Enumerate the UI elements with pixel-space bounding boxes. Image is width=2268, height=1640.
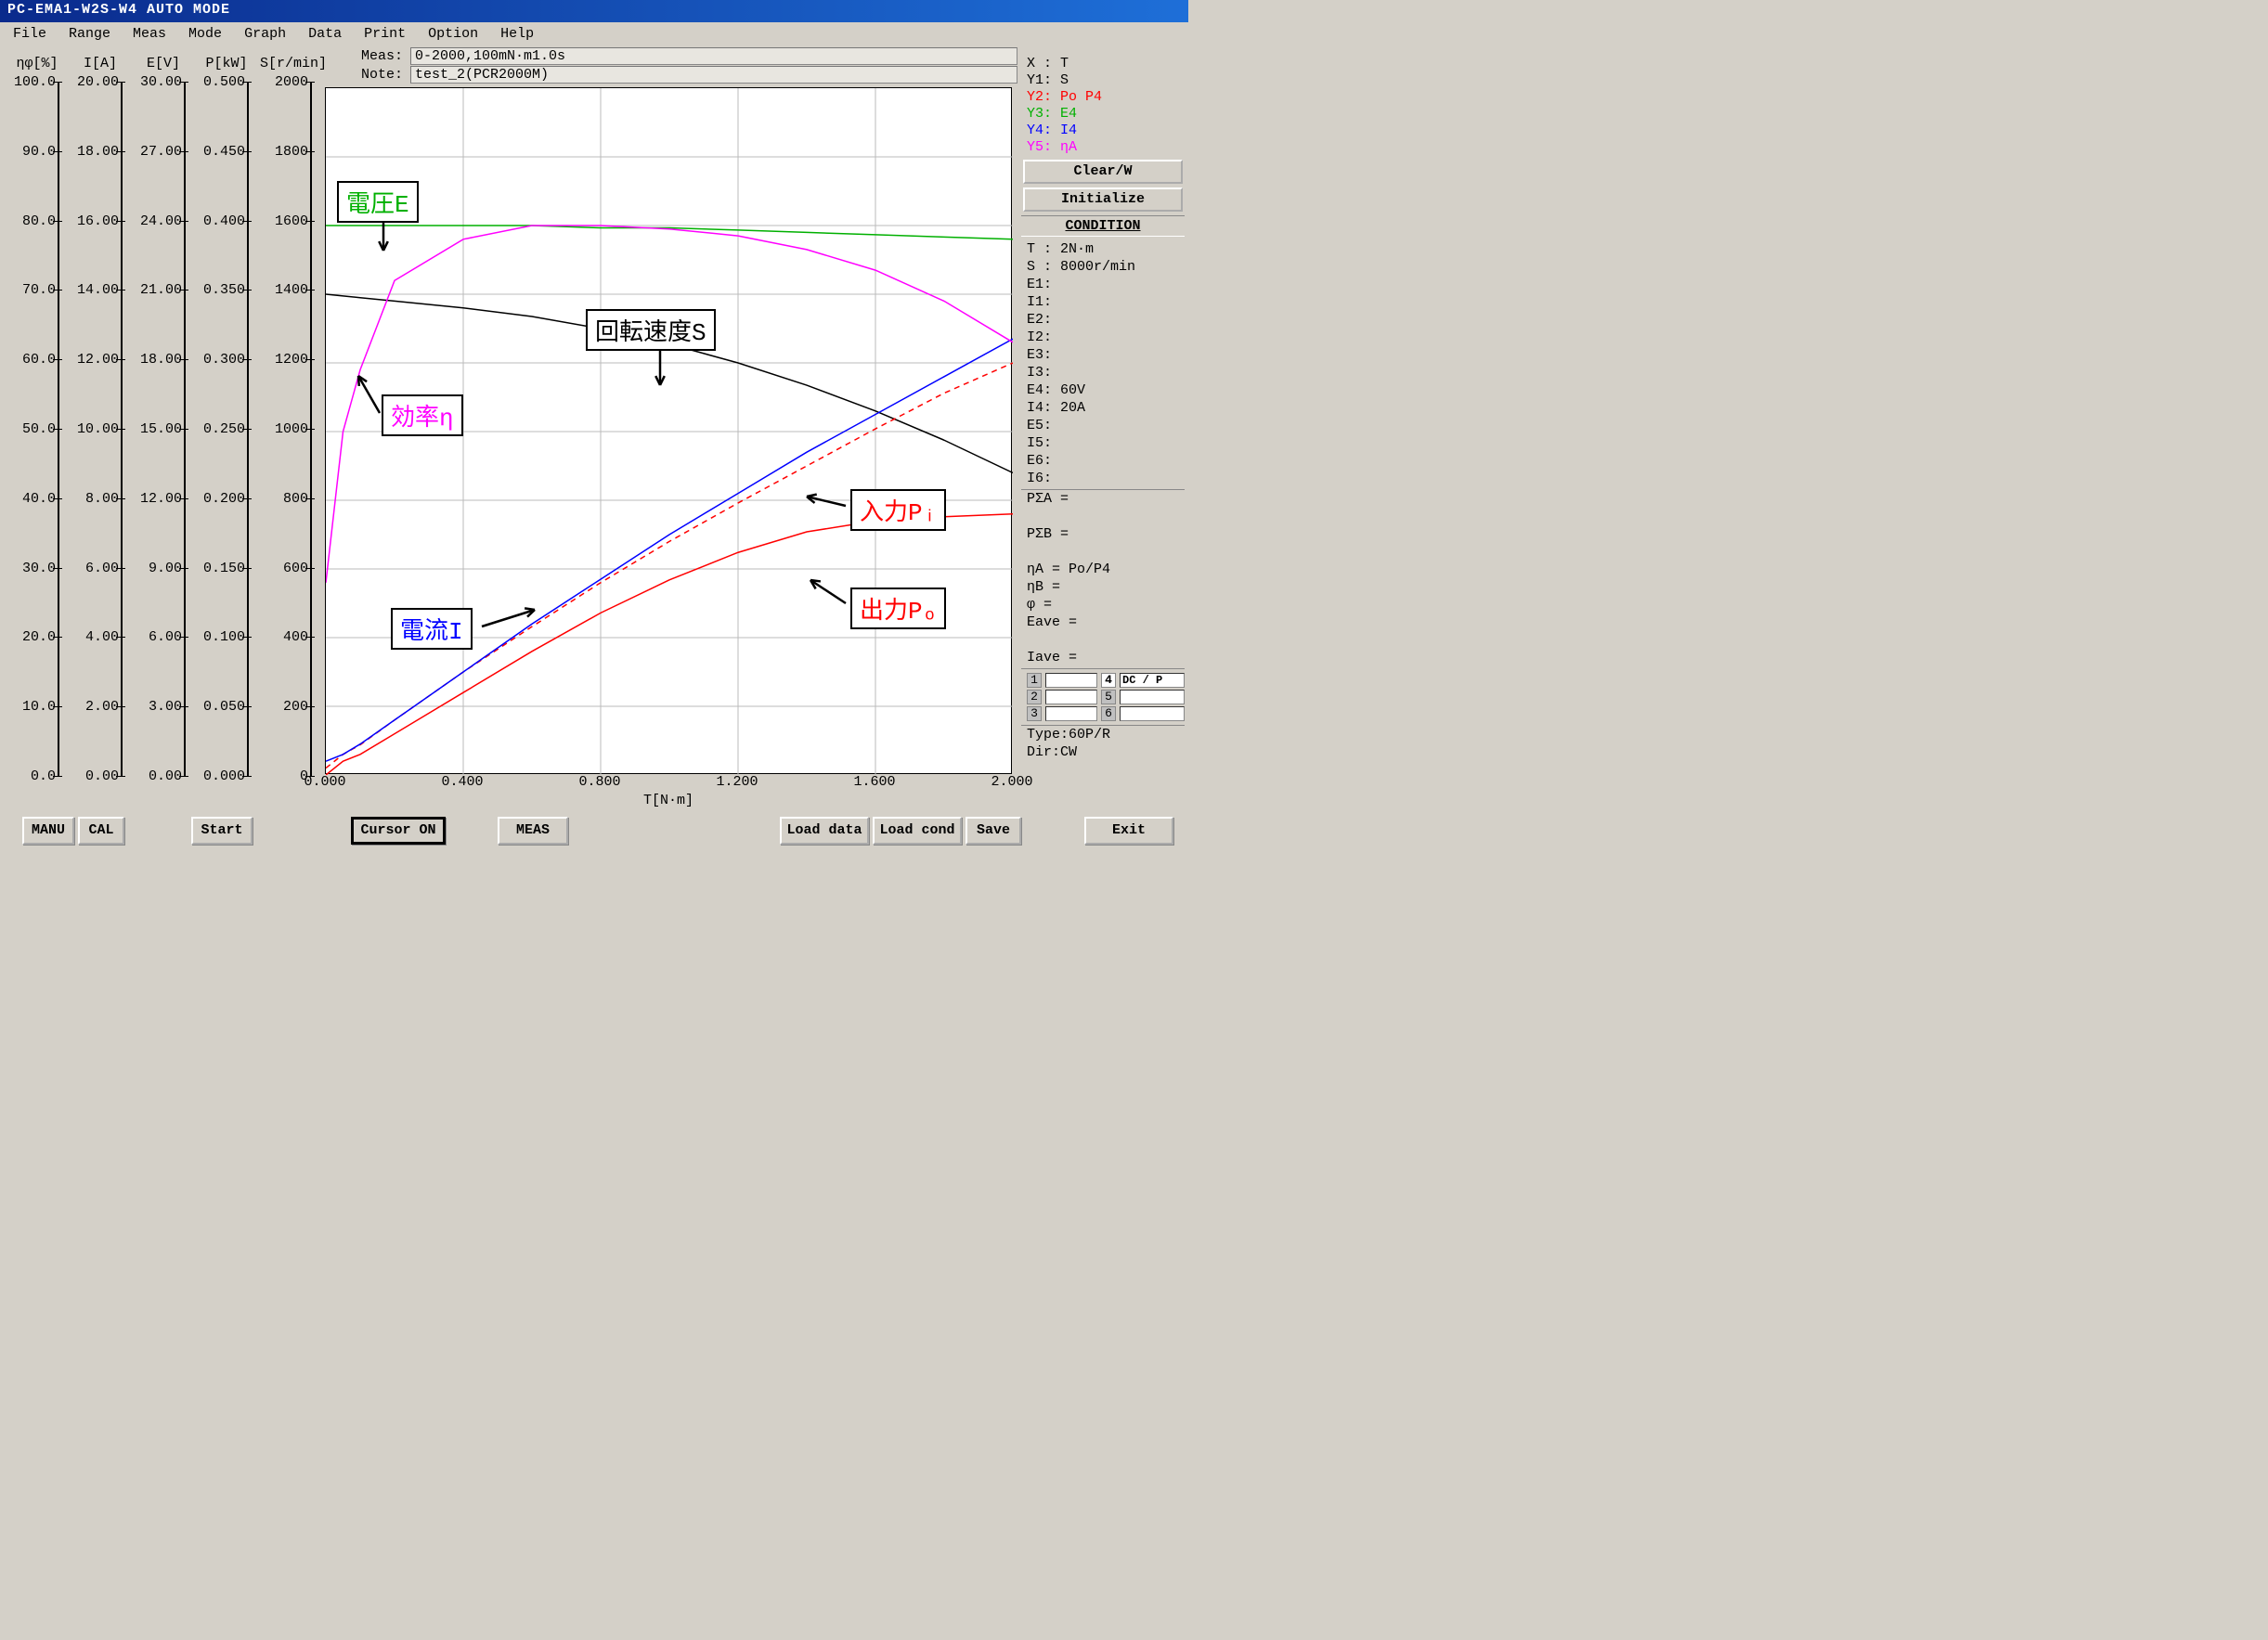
channel-grid: 1 4 DC / P 2 5 3 6	[1021, 669, 1185, 725]
menu-meas[interactable]: Meas	[123, 24, 175, 43]
ch-4-box[interactable]: DC / P	[1120, 673, 1185, 688]
x-label: T[N·m]	[325, 793, 1012, 808]
condition-header: CONDITION	[1021, 215, 1185, 237]
note-label: Note:	[325, 67, 410, 83]
right-panel: X : T Y1: S Y2: Po P4 Y3: E4 Y4: I4 Y5: …	[1021, 52, 1185, 761]
ch-5-num: 5	[1101, 690, 1116, 704]
legend-y1: Y1: S	[1027, 72, 1179, 89]
x-ticks: 0.0000.4000.8001.2001.6002.000	[325, 774, 1012, 793]
load-cond-button[interactable]: Load cond	[873, 817, 962, 845]
ch-1-box[interactable]	[1045, 673, 1097, 688]
annot-input: 入力Pᵢ	[850, 489, 946, 531]
load-data-button[interactable]: Load data	[780, 817, 869, 845]
chart-area: 電圧E 回転速度S 効率η 電流I 入力Pᵢ 出力Pₒ	[325, 87, 1012, 774]
menu-range[interactable]: Range	[59, 24, 120, 43]
y-axis-2: E[V]30.0027.0024.0021.0018.0015.0012.009…	[134, 45, 193, 791]
type-info: Type:60P/R Dir:CW	[1021, 726, 1185, 761]
menu-file[interactable]: File	[4, 24, 56, 43]
annot-voltage: 電圧E	[337, 181, 419, 223]
annot-speed: 回転速度S	[586, 309, 716, 351]
y-axis-3: P[kW]0.5000.4500.4000.3500.3000.2500.200…	[197, 45, 256, 791]
meas-button[interactable]: MEAS	[498, 817, 568, 845]
legend-y3: Y3: E4	[1027, 106, 1179, 123]
menu-print[interactable]: Print	[355, 24, 415, 43]
manu-button[interactable]: MANU	[22, 817, 74, 845]
meas-label: Meas:	[325, 48, 410, 64]
legend-y4: Y4: I4	[1027, 123, 1179, 139]
ch-2-num: 2	[1027, 690, 1042, 704]
ch-2-box[interactable]	[1045, 690, 1097, 704]
initialize-button[interactable]: Initialize	[1023, 187, 1183, 212]
ch-6-num: 6	[1101, 706, 1116, 721]
annot-efficiency: 効率η	[382, 394, 463, 436]
legend-box: X : T Y1: S Y2: Po P4 Y3: E4 Y4: I4 Y5: …	[1021, 52, 1185, 160]
condition-list: T : 2N·mS : 8000r/minE1:I1:E2:I2:E3:I3:E…	[1021, 240, 1185, 487]
y-axis-0: ηφ[%]100.090.080.070.060.050.040.030.020…	[7, 45, 67, 791]
menu-mode[interactable]: Mode	[179, 24, 231, 43]
menu-bar: File Range Meas Mode Graph Data Print Op…	[0, 22, 1188, 45]
window-titlebar: PC-EMA1-W2S-W4 AUTO MODE	[0, 0, 1188, 22]
menu-data[interactable]: Data	[299, 24, 351, 43]
ch-5-box[interactable]	[1120, 690, 1185, 704]
menu-option[interactable]: Option	[419, 24, 487, 43]
cursor-on-button[interactable]: Cursor ON	[351, 817, 446, 845]
type-line: Type:60P/R	[1027, 726, 1179, 743]
legend-y2: Y2: Po P4	[1027, 89, 1179, 106]
ch-3-num: 3	[1027, 706, 1042, 721]
clear-button[interactable]: Clear/W	[1023, 160, 1183, 184]
start-button[interactable]: Start	[191, 817, 253, 845]
y-axis-4: S[r/min]20001800160014001200100080060040…	[260, 45, 319, 791]
menu-graph[interactable]: Graph	[235, 24, 295, 43]
bottom-bar: MANU CAL Start Cursor ON MEAS Load data …	[0, 817, 1188, 854]
y-axis-1: I[A]20.0018.0016.0014.0012.0010.008.006.…	[71, 45, 130, 791]
annot-current: 電流I	[391, 608, 473, 650]
ch-6-box[interactable]	[1120, 706, 1185, 721]
ch-3-box[interactable]	[1045, 706, 1097, 721]
meta-bar: Meas:0-2000,100mN·m1.0s Note:test_2(PCR2…	[325, 45, 1017, 85]
legend-y5: Y5: ηA	[1027, 139, 1179, 156]
cal-button[interactable]: CAL	[78, 817, 124, 845]
save-button[interactable]: Save	[966, 817, 1021, 845]
annot-output: 出力Pₒ	[850, 588, 946, 629]
note-value: test_2(PCR2000M)	[410, 66, 1017, 84]
sums-list: PΣA = PΣB = ηA = Po/P4ηB =φ =Eave = Iave…	[1021, 490, 1185, 666]
dir-line: Dir:CW	[1027, 743, 1179, 761]
meas-value: 0-2000,100mN·m1.0s	[410, 47, 1017, 65]
ch-1-num: 1	[1027, 673, 1042, 688]
menu-help[interactable]: Help	[491, 24, 543, 43]
legend-x: X : T	[1027, 56, 1179, 72]
y-axes-panel: ηφ[%]100.090.080.070.060.050.040.030.020…	[7, 45, 328, 791]
exit-button[interactable]: Exit	[1084, 817, 1173, 845]
ch-4-num: 4	[1101, 673, 1116, 688]
